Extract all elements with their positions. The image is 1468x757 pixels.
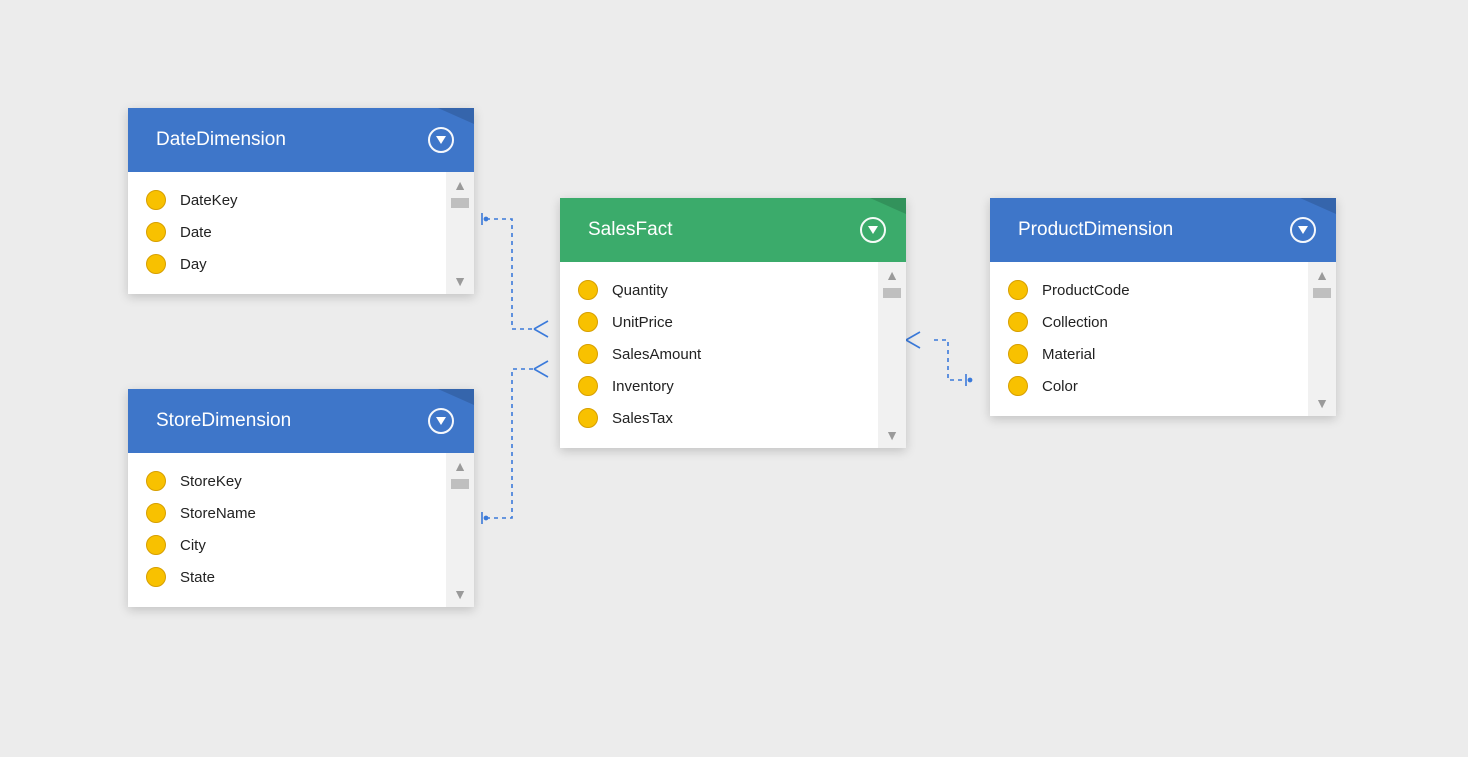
field-row[interactable]: ProductCode [990, 274, 1308, 306]
field-dot-icon [1008, 312, 1028, 332]
field-dot-icon [578, 376, 598, 396]
field-dot-icon [1008, 376, 1028, 396]
field-dot-icon [146, 503, 166, 523]
field-dot-icon [578, 408, 598, 428]
entity-body: DateKeyDateDay▲▼ [128, 172, 474, 294]
field-label: ProductCode [1042, 282, 1130, 299]
triangle-down-icon [436, 417, 446, 425]
connector-date-to-sales [486, 219, 534, 329]
collapse-button[interactable] [428, 127, 454, 153]
field-row[interactable]: Material [990, 338, 1308, 370]
field-row[interactable]: Day [128, 248, 446, 280]
field-list: Quantity UnitPrice SalesAmount Inventory Sal… [560, 262, 878, 448]
scroll-thumb[interactable] [1313, 288, 1331, 298]
entity-body: Quantity UnitPrice SalesAmount Inventory Sal… [560, 262, 906, 448]
field-dot-icon [146, 222, 166, 242]
entity-header[interactable]: SalesFact [560, 198, 906, 262]
field-label: Collection [1042, 314, 1108, 331]
collapse-button[interactable] [1290, 217, 1316, 243]
field-row[interactable]: StoreKey [128, 465, 446, 497]
scroll-up-icon[interactable]: ▲ [453, 459, 467, 473]
scrollbar[interactable]: ▲▼ [878, 262, 906, 448]
field-label: Material [1042, 346, 1095, 363]
field-row[interactable]: DateKey [128, 184, 446, 216]
field-label: SalesTax [612, 410, 673, 427]
field-dot-icon [146, 254, 166, 274]
triangle-down-icon [436, 136, 446, 144]
field-row[interactable]: State [128, 561, 446, 593]
scroll-up-icon[interactable]: ▲ [1315, 268, 1329, 282]
field-label: DateKey [180, 192, 238, 209]
field-dot-icon [146, 190, 166, 210]
scrollbar[interactable]: ▲▼ [1308, 262, 1336, 416]
field-row[interactable]: Inventory [560, 370, 878, 402]
scroll-thumb[interactable] [451, 198, 469, 208]
field-label: StoreKey [180, 473, 242, 490]
field-dot-icon [146, 567, 166, 587]
field-dot-icon [146, 535, 166, 555]
field-label: UnitPrice [612, 314, 673, 331]
scrollbar[interactable]: ▲▼ [446, 172, 474, 294]
entity-title: DateDimension [156, 129, 286, 151]
scroll-thumb[interactable] [883, 288, 901, 298]
entity-title: SalesFact [588, 219, 672, 241]
field-label: Color [1042, 378, 1078, 395]
triangle-down-icon [868, 226, 878, 234]
field-label: Inventory [612, 378, 674, 395]
scroll-up-icon[interactable]: ▲ [885, 268, 899, 282]
entity-title: StoreDimension [156, 410, 291, 432]
field-list: DateKey Date Day [128, 172, 446, 294]
connector-store-to-sales [486, 369, 534, 518]
field-label: StoreName [180, 505, 256, 522]
field-dot-icon [578, 312, 598, 332]
field-label: Day [180, 256, 207, 273]
field-row[interactable]: StoreName [128, 497, 446, 529]
field-label: SalesAmount [612, 346, 701, 363]
scroll-down-icon[interactable]: ▼ [885, 428, 899, 442]
scroll-down-icon[interactable]: ▼ [453, 587, 467, 601]
entity-title: ProductDimension [1018, 219, 1173, 241]
entity-header[interactable]: ProductDimension [990, 198, 1336, 262]
field-dot-icon [1008, 280, 1028, 300]
scroll-up-icon[interactable]: ▲ [453, 178, 467, 192]
diagram-canvas[interactable]: DateDimensionDateKeyDateDay▲▼StoreDimens… [0, 0, 1468, 757]
scroll-down-icon[interactable]: ▼ [1315, 396, 1329, 410]
entity-header[interactable]: DateDimension [128, 108, 474, 172]
entity-sales-fact[interactable]: SalesFact Quantity UnitPrice SalesAmount Inv… [560, 198, 906, 448]
entity-body: ProductCodeCollectionMaterialColor▲▼ [990, 262, 1336, 416]
entity-date-dimension[interactable]: DateDimensionDateKeyDateDay▲▼ [128, 108, 474, 294]
field-row[interactable]: Quantity [560, 274, 878, 306]
field-list: StoreKey StoreName City State [128, 453, 446, 607]
entity-product-dimension[interactable]: ProductDimension ProductCode Collection Mat… [990, 198, 1336, 416]
entity-body: StoreKeyStoreNameCityState▲▼ [128, 453, 474, 607]
field-row[interactable]: SalesTax [560, 402, 878, 434]
field-row[interactable]: Date [128, 216, 446, 248]
entity-store-dimension[interactable]: StoreDimension StoreKey StoreName City State… [128, 389, 474, 607]
scroll-thumb[interactable] [451, 479, 469, 489]
scrollbar[interactable]: ▲▼ [446, 453, 474, 607]
field-list: ProductCode Collection Material Color [990, 262, 1308, 416]
entity-header[interactable]: StoreDimension [128, 389, 474, 453]
field-row[interactable]: SalesAmount [560, 338, 878, 370]
field-dot-icon [578, 280, 598, 300]
collapse-button[interactable] [860, 217, 886, 243]
field-row[interactable]: Color [990, 370, 1308, 402]
field-dot-icon [1008, 344, 1028, 364]
connector-sales-to-product [934, 340, 964, 380]
field-dot-icon [146, 471, 166, 491]
field-label: State [180, 569, 215, 586]
scroll-down-icon[interactable]: ▼ [453, 274, 467, 288]
field-label: Quantity [612, 282, 668, 299]
field-dot-icon [578, 344, 598, 364]
field-row[interactable]: Collection [990, 306, 1308, 338]
field-label: Date [180, 224, 212, 241]
field-row[interactable]: City [128, 529, 446, 561]
field-label: City [180, 537, 206, 554]
triangle-down-icon [1298, 226, 1308, 234]
collapse-button[interactable] [428, 408, 454, 434]
field-row[interactable]: UnitPrice [560, 306, 878, 338]
